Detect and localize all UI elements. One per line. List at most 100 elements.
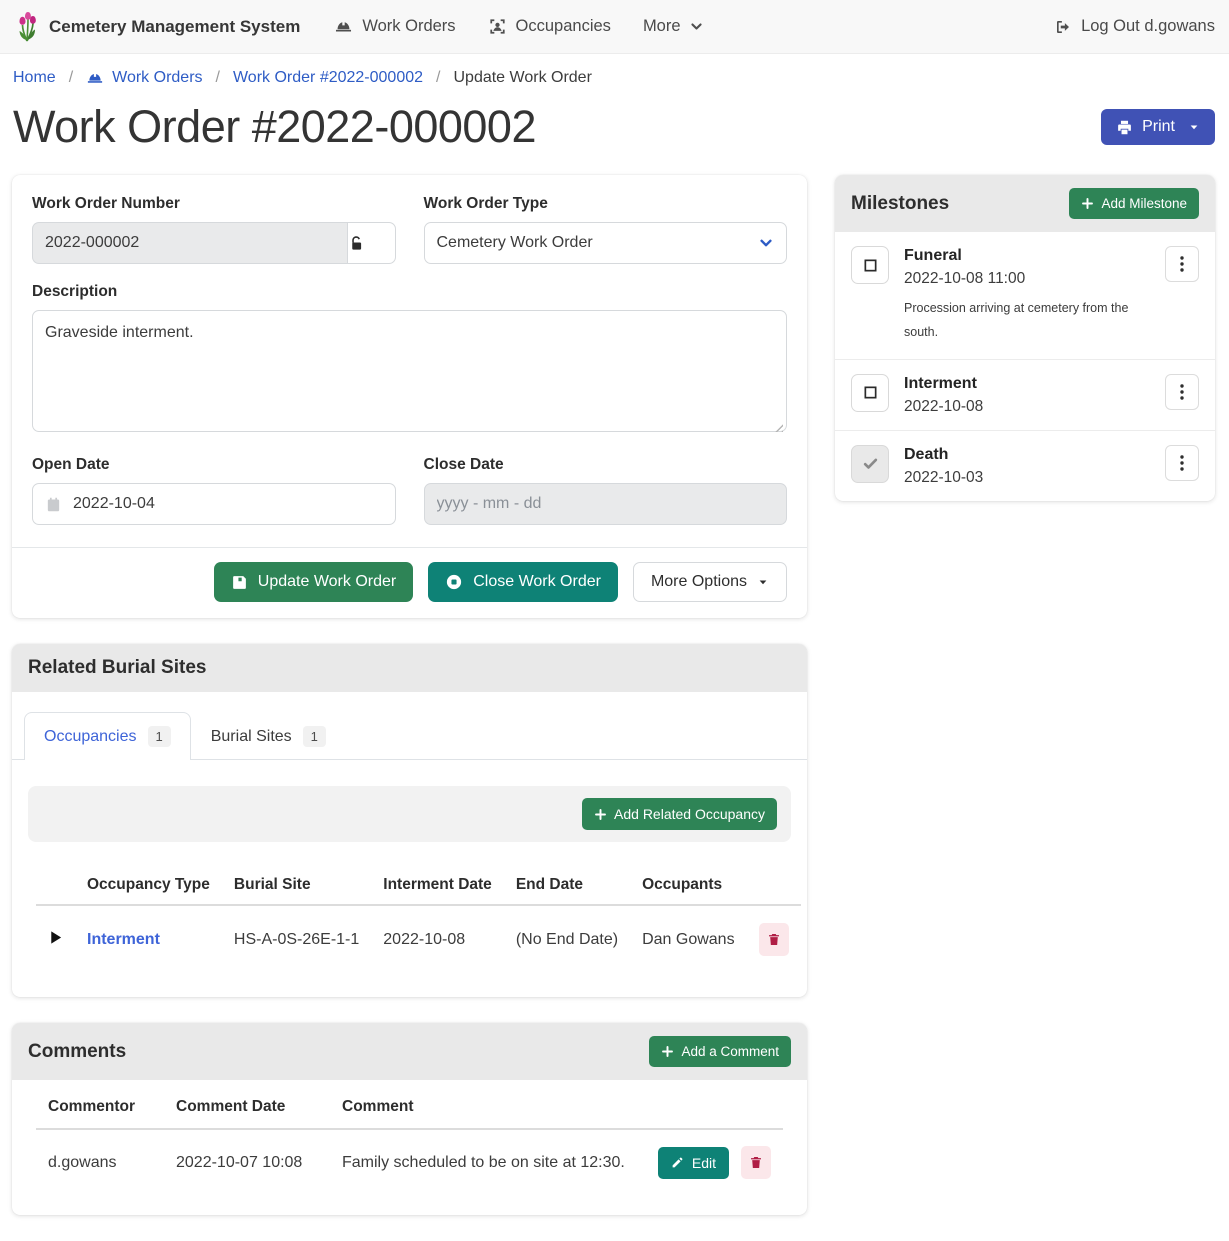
breadcrumb-work-orders[interactable]: Work Orders — [86, 69, 202, 87]
breadcrumb-separator: / — [436, 69, 440, 87]
hard-hat-icon — [334, 17, 353, 36]
breadcrumb: Home / Work Orders / Work Order #2022-00… — [0, 54, 1229, 93]
delete-occupancy-button[interactable] — [759, 923, 789, 956]
caret-down-icon — [1188, 121, 1200, 133]
tab-burial-sites[interactable]: Burial Sites 1 — [191, 712, 346, 760]
burial-site-cell: HS-A-0S-26E-1-1 — [222, 905, 371, 973]
comment-row: d.gowans 2022-10-07 10:08 Family schedul… — [36, 1129, 783, 1195]
milestone-name: Death — [904, 446, 1150, 464]
milestone-menu-button[interactable] — [1165, 246, 1199, 282]
close-work-order-button[interactable]: Close Work Order — [428, 562, 618, 602]
logout-label: Log Out d.gowans — [1081, 17, 1215, 36]
kebab-icon — [1180, 455, 1184, 471]
comments-table: Commentor Comment Date Comment d.gowans … — [36, 1086, 783, 1195]
milestone-description: Procession arriving at cemetery from the… — [904, 296, 1132, 345]
expand-row-button[interactable] — [48, 930, 63, 945]
breadcrumb-separator: / — [216, 69, 220, 87]
comments-title: Comments — [28, 1041, 126, 1063]
delete-comment-button[interactable] — [741, 1146, 771, 1179]
nav-item-more[interactable]: More — [643, 17, 703, 36]
add-comment-label: Add a Comment — [681, 1044, 779, 1059]
milestone-checkbox-unchecked[interactable] — [851, 374, 889, 412]
tab-label: Burial Sites — [211, 728, 292, 746]
comments-card: Comments Add a Comment Commentor Comment… — [12, 1023, 807, 1215]
plus-icon — [594, 808, 607, 821]
related-tabs: Occupancies 1 Burial Sites 1 — [12, 692, 807, 760]
brand[interactable]: Cemetery Management System — [14, 12, 300, 42]
tab-occupancies[interactable]: Occupancies 1 — [24, 712, 191, 760]
milestones-card: Milestones Add Milestone Funeral — [835, 175, 1215, 501]
milestone-item: Funeral 2022-10-08 11:00 Procession arri… — [835, 232, 1215, 360]
nav-item-occupancies[interactable]: Occupancies — [488, 17, 611, 36]
trash-icon — [767, 932, 781, 947]
related-burial-sites-title: Related Burial Sites — [28, 657, 206, 679]
description-textarea[interactable]: Graveside interment. — [32, 310, 787, 432]
open-date-input[interactable]: 2022-10-04 — [32, 483, 396, 525]
square-outline-icon — [863, 258, 878, 273]
top-navbar: Cemetery Management System Work Orders O… — [0, 0, 1229, 54]
occupancy-type-link[interactable]: Interment — [87, 931, 160, 948]
open-date-label: Open Date — [32, 456, 396, 474]
milestone-name: Funeral — [904, 247, 1150, 265]
col-burial-site: Burial Site — [222, 866, 371, 905]
kebab-icon — [1180, 256, 1184, 272]
col-commentor: Commentor — [36, 1086, 164, 1129]
logout-link[interactable]: Log Out d.gowans — [1054, 17, 1215, 36]
comment-text-cell: Family scheduled to be on site at 12:30. — [330, 1129, 646, 1195]
form-footer: Update Work Order Close Work Order More … — [12, 547, 807, 618]
add-comment-button[interactable]: Add a Comment — [649, 1036, 791, 1067]
print-label: Print — [1142, 118, 1175, 136]
milestone-menu-button[interactable] — [1165, 445, 1199, 481]
milestones-header: Milestones Add Milestone — [835, 175, 1215, 232]
plus-icon — [1081, 197, 1094, 210]
update-label: Update Work Order — [258, 573, 396, 591]
work-order-type-select[interactable]: Cemetery Work Order — [424, 222, 788, 264]
open-date-value: 2022-10-04 — [73, 495, 155, 513]
milestones-title: Milestones — [851, 193, 949, 215]
chevron-down-icon — [690, 20, 703, 33]
page-title: Work Order #2022-000002 — [13, 101, 536, 153]
close-date-input[interactable] — [424, 483, 788, 525]
nav-item-work-orders[interactable]: Work Orders — [334, 17, 455, 36]
print-button[interactable]: Print — [1101, 109, 1215, 145]
milestone-date: 2022-10-08 — [904, 398, 1150, 416]
work-order-number-field: Work Order Number — [32, 195, 396, 264]
comment-date-cell: 2022-10-07 10:08 — [164, 1129, 330, 1195]
nav-item-label: Occupancies — [516, 17, 611, 36]
col-comment: Comment — [330, 1086, 646, 1129]
work-order-type-field: Work Order Type Cemetery Work Order — [424, 195, 788, 264]
edit-comment-button[interactable]: Edit — [658, 1147, 729, 1179]
comments-header: Comments Add a Comment — [12, 1023, 807, 1080]
trash-icon — [749, 1155, 763, 1170]
breadcrumb-home[interactable]: Home — [13, 69, 56, 87]
milestone-item: Death 2022-10-03 — [835, 431, 1215, 501]
breadcrumb-work-order-number[interactable]: Work Order #2022-000002 — [233, 69, 423, 87]
col-end-date: End Date — [504, 866, 630, 905]
more-options-button[interactable]: More Options — [633, 562, 787, 602]
close-date-label: Close Date — [424, 456, 788, 474]
add-milestone-button[interactable]: Add Milestone — [1069, 188, 1199, 219]
occupancies-toolbar: Add Related Occupancy — [28, 786, 791, 842]
work-order-type-label: Work Order Type — [424, 195, 788, 213]
unlock-icon — [348, 235, 395, 252]
milestone-checkbox-unchecked[interactable] — [851, 246, 889, 284]
square-outline-icon — [863, 385, 878, 400]
open-date-field: Open Date 2022-10-04 — [32, 456, 396, 525]
work-order-type-value: Cemetery Work Order — [437, 234, 593, 252]
end-date-cell: (No End Date) — [504, 905, 630, 973]
more-options-label: More Options — [651, 573, 747, 591]
add-related-occupancy-button[interactable]: Add Related Occupancy — [582, 798, 777, 830]
work-order-number-input[interactable] — [32, 222, 347, 264]
unlock-button[interactable] — [347, 222, 396, 264]
hard-hat-icon — [86, 69, 104, 87]
tab-count-badge: 1 — [148, 726, 171, 747]
milestone-name: Interment — [904, 375, 1150, 393]
milestone-checkbox-checked[interactable] — [851, 445, 889, 483]
edit-label: Edit — [692, 1155, 716, 1171]
occupancy-portrait-icon — [488, 17, 507, 36]
interment-date-cell: 2022-10-08 — [371, 905, 504, 973]
update-work-order-button[interactable]: Update Work Order — [214, 562, 413, 602]
work-order-number-label: Work Order Number — [32, 195, 396, 213]
plus-icon — [661, 1045, 674, 1058]
milestone-menu-button[interactable] — [1165, 374, 1199, 410]
